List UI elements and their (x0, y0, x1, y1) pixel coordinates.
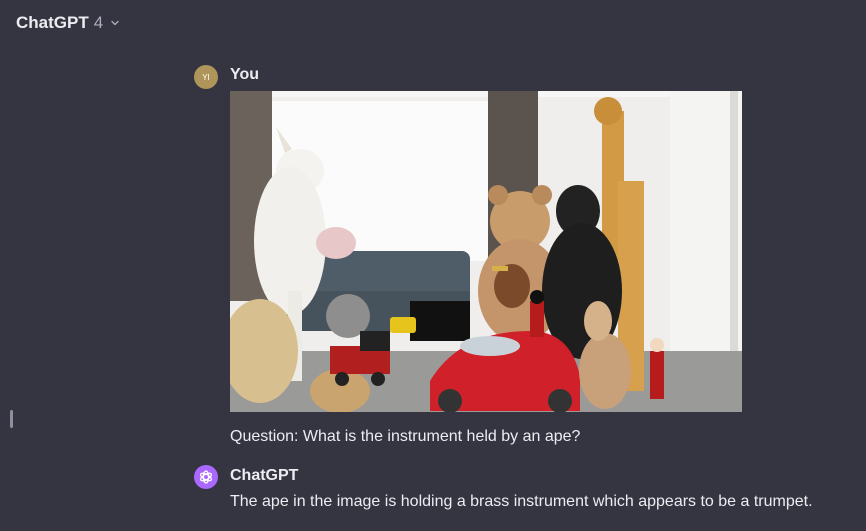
chatgpt-avatar (194, 465, 218, 489)
assistant-answer-text: The ape in the image is holding a brass … (230, 493, 813, 510)
openai-logo-icon (199, 470, 213, 484)
uploaded-image[interactable] (230, 91, 742, 412)
model-name: ChatGPT (16, 13, 89, 32)
sidebar-toggle-handle[interactable] (10, 410, 13, 428)
model-selector[interactable]: ChatGPT 4 (16, 12, 120, 34)
chevron-down-icon (110, 18, 120, 28)
user-avatar-initials: YI (202, 72, 210, 82)
user-author-label: You (230, 66, 260, 83)
user-question-text: Question: What is the instrument held by… (230, 428, 581, 445)
uploaded-image-illustration (230, 91, 742, 412)
user-avatar: YI (194, 65, 218, 89)
model-version: 4 (93, 13, 104, 32)
chatgpt-author-label: ChatGPT (230, 467, 299, 484)
